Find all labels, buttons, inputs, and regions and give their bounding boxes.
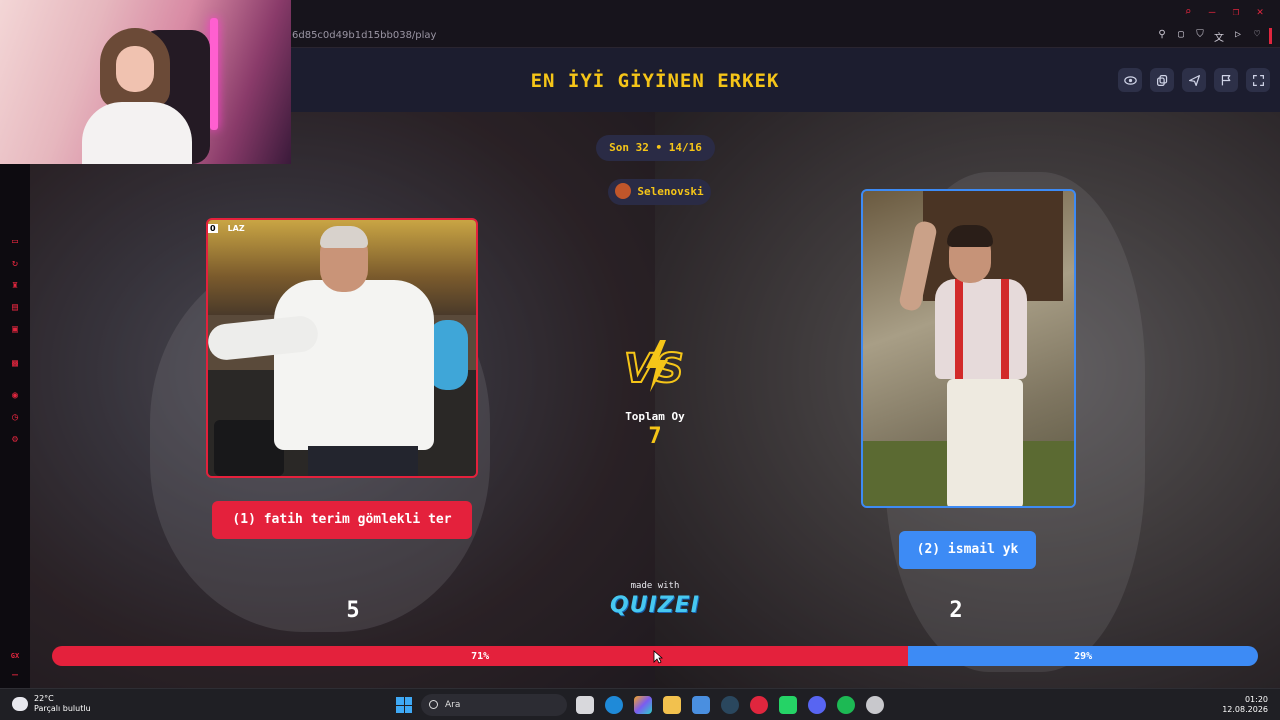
cloud-icon: [12, 697, 28, 711]
more-icon[interactable]: ⋯: [9, 670, 21, 682]
heart-icon[interactable]: ♡: [1252, 29, 1262, 44]
twitch-icon[interactable]: ▩: [9, 358, 21, 370]
fullscreen-button[interactable]: [1246, 68, 1270, 92]
total-votes-label: Toplam Oy: [625, 410, 685, 423]
right-contestant-card[interactable]: [861, 189, 1076, 508]
made-with-label: made with: [630, 581, 680, 591]
search-icon[interactable]: ⌕: [1182, 6, 1194, 18]
photo-pants: [947, 379, 1023, 506]
gx-accent: [1269, 28, 1272, 44]
store-icon[interactable]: ♜: [9, 280, 21, 292]
flag-icon: [1221, 74, 1230, 85]
settings-icon[interactable]: ⚙: [9, 434, 21, 446]
view-button[interactable]: [1118, 68, 1142, 92]
whatsapp-icon[interactable]: [779, 696, 797, 714]
maximize-icon[interactable]: ❐: [1230, 6, 1242, 18]
opera-gx-icon[interactable]: [750, 696, 768, 714]
send-icon: [1188, 74, 1200, 86]
weather-condition: Parçalı bulutlu: [34, 704, 91, 713]
right-vote-bar: 29%: [908, 646, 1258, 666]
clock-date: 12.08.2026: [1222, 705, 1268, 714]
shield-icon[interactable]: ⛉: [1195, 29, 1205, 44]
discord-icon[interactable]: [808, 696, 826, 714]
photo-hair: [320, 226, 368, 248]
photo-shirt: [935, 279, 1027, 379]
creator-name: Selenovski: [637, 185, 704, 198]
webcam-overlay: [0, 0, 291, 164]
photo-suspender: [1001, 279, 1009, 379]
pin-icon[interactable]: ⚲: [1157, 29, 1167, 44]
left-contestant-card[interactable]: 0 LAZ: [206, 218, 478, 478]
report-button[interactable]: [1214, 68, 1238, 92]
right-vote-count: 2: [949, 598, 963, 623]
taskbar-search[interactable]: Ara: [421, 694, 567, 716]
left-vote-bar: 71%: [52, 646, 909, 666]
copy-button[interactable]: [1150, 68, 1174, 92]
store-icon[interactable]: [692, 696, 710, 714]
vs-icon: VS: [623, 340, 685, 393]
weather-widget[interactable]: 22°C Parçalı bulutlu: [12, 694, 91, 714]
left-vote-count: 5: [346, 598, 360, 623]
task-view-icon[interactable]: [576, 696, 594, 714]
address-bar-actions: ⚲ ▢ ⛉ 文 ▷ ♡: [1157, 29, 1262, 44]
temperature: 22°C: [34, 694, 54, 703]
gx-control-icon[interactable]: ▭: [9, 236, 21, 248]
taskbar: 22°C Parçalı bulutlu Ara 01:20 12.08.202…: [0, 688, 1280, 720]
header-actions: [1118, 68, 1270, 92]
edge-icon[interactable]: [605, 696, 623, 714]
refresh-icon[interactable]: ↻: [9, 258, 21, 270]
file-explorer-icon[interactable]: [663, 696, 681, 714]
led-light: [210, 18, 218, 130]
photo-pants: [308, 446, 418, 476]
news-icon[interactable]: ▤: [9, 302, 21, 314]
messenger-icon[interactable]: ▣: [9, 324, 21, 336]
translate-icon[interactable]: 文: [1214, 29, 1224, 44]
streamer-body: [82, 102, 192, 164]
avatar: [615, 183, 632, 199]
photo-hair: [947, 225, 993, 247]
streamer: [82, 28, 192, 164]
clock-time: 01:20: [1244, 695, 1268, 704]
photo-figure: [428, 320, 468, 390]
left-contestant-button[interactable]: (1) fatih terim gömlekli ter: [212, 501, 472, 539]
share-button[interactable]: [1182, 68, 1206, 92]
minimize-icon[interactable]: –: [1206, 6, 1218, 18]
fullscreen-icon: [1252, 74, 1264, 86]
close-icon[interactable]: ✕: [1254, 6, 1266, 18]
copy-icon: [1156, 74, 1167, 86]
player-icon[interactable]: ◉: [9, 390, 21, 402]
gx-label: GX: [10, 652, 20, 660]
steam-icon[interactable]: [721, 696, 739, 714]
eye-icon: [1123, 75, 1137, 85]
system-clock[interactable]: 01:20 12.08.2026: [1222, 695, 1268, 715]
url-text[interactable]: 6d85c0d49b1d15bb038/play: [292, 30, 436, 41]
photo-shirt: [274, 280, 434, 450]
right-contestant-button[interactable]: (2) ismail yk: [899, 531, 1036, 569]
window-controls: ⌕ – ❐ ✕: [1182, 6, 1266, 18]
search-placeholder: Ara: [445, 700, 461, 710]
play-icon[interactable]: ▷: [1233, 29, 1243, 44]
spotify-icon[interactable]: [837, 696, 855, 714]
history-icon[interactable]: ◷: [9, 412, 21, 424]
photo-suspender: [955, 279, 963, 379]
round-indicator: Son 32 • 14/16: [596, 135, 715, 161]
windows-start-icon[interactable]: [396, 697, 412, 713]
total-votes-value: 7: [648, 424, 662, 449]
app-icon[interactable]: [866, 696, 884, 714]
weather-text: 22°C Parçalı bulutlu: [34, 694, 91, 714]
brand-logo[interactable]: QUIZEI: [590, 593, 720, 618]
creator-badge[interactable]: Selenovski: [608, 179, 711, 205]
channel-logo: 0 LAZ: [208, 224, 245, 233]
mouse-cursor-icon: [653, 650, 663, 664]
streamer-face: [116, 46, 154, 92]
screenshot-icon[interactable]: ▢: [1176, 29, 1186, 44]
taskbar-apps: [576, 696, 884, 714]
copilot-icon[interactable]: [634, 696, 652, 714]
search-icon: [429, 700, 438, 709]
